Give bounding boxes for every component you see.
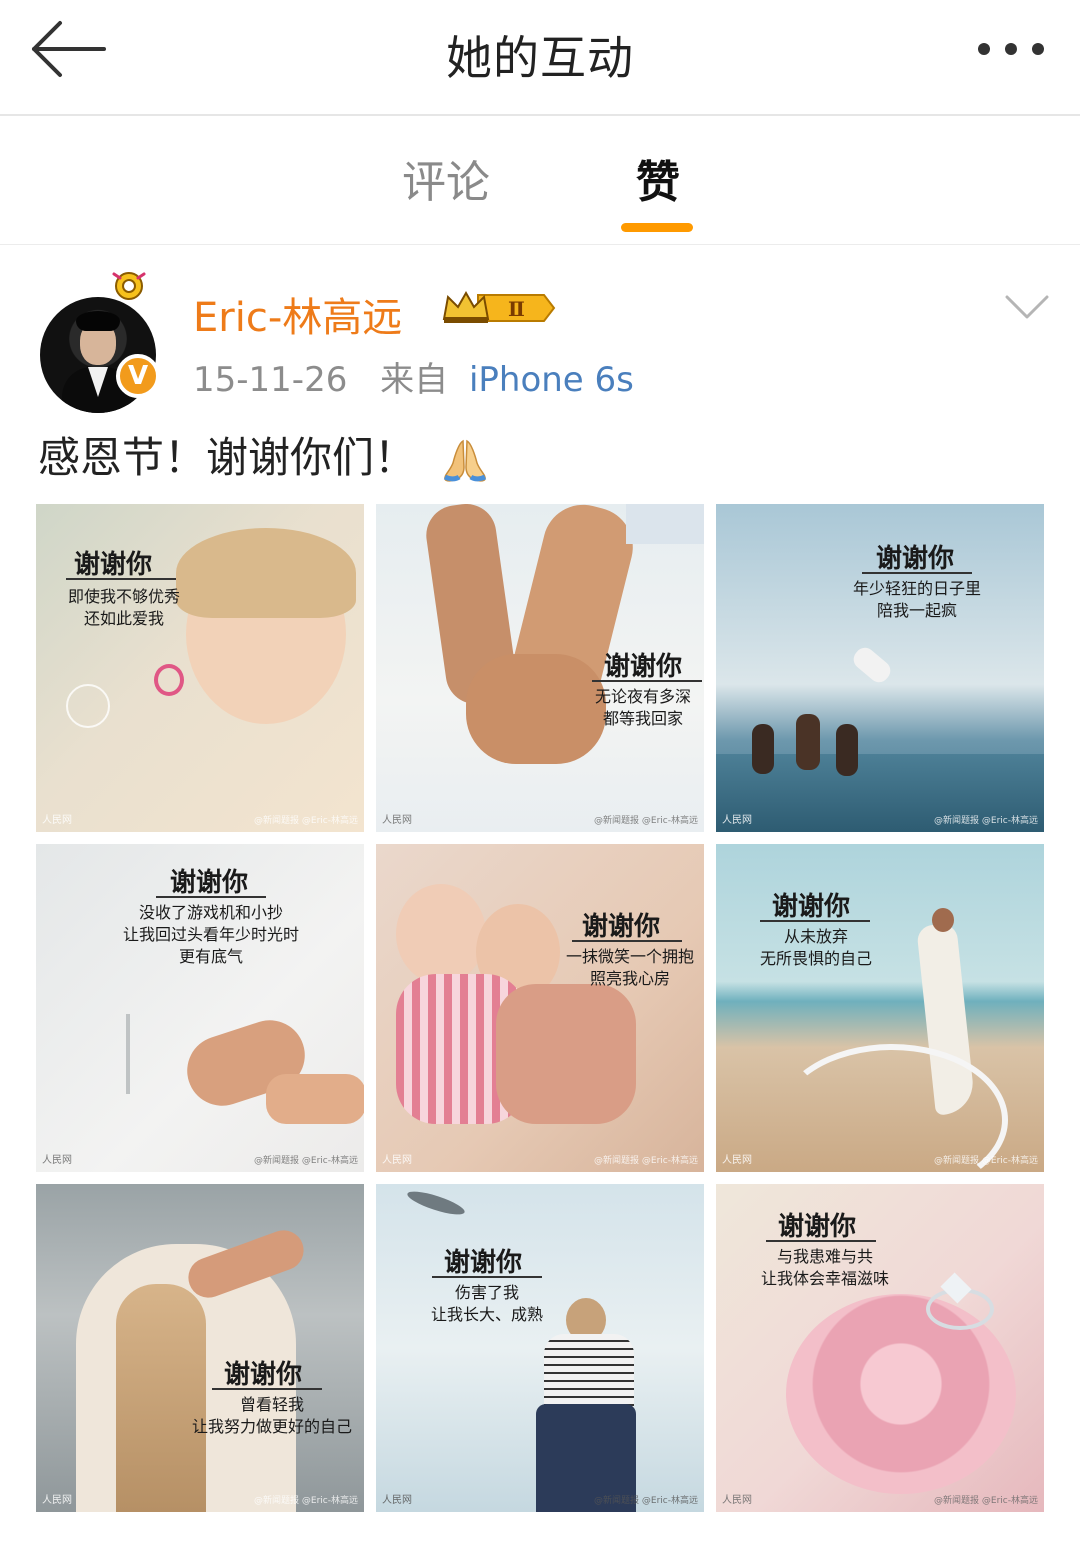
image-tile[interactable]: 谢谢你 没收了游戏机和小抄 让我回过头看年少时光时 更有底气 人民网 @新闻题报… [36,844,364,1172]
image-tile[interactable]: 谢谢你 即使我不够优秀 还如此爱我 人民网 @新闻题报 @Eric-林高远 [36,504,364,832]
image-title: 谢谢你 [772,892,851,922]
svg-text:Ⅱ: Ⅱ [508,297,525,321]
image-title: 谢谢你 [224,1360,303,1390]
image-title: 谢谢你 [778,1212,857,1242]
tab-bar: 评论 赞 [0,116,1080,245]
avatar-pendant-icon [112,272,146,300]
folded-hands-icon [444,439,487,482]
top-bar: 她的互动 [0,0,1080,116]
post-date: 15-11-26 [193,360,348,400]
image-title: 谢谢你 [876,544,955,574]
post-text: 感恩节！谢谢你们！ [38,424,489,485]
image-title: 谢谢你 [582,912,661,942]
image-title: 谢谢你 [604,652,683,682]
image-tile[interactable]: 谢谢你 年少轻狂的日子里 陪我一起疯 人民网 @新闻题报 @Eric-林高远 [716,504,1044,832]
more-options-icon[interactable] [976,26,1046,72]
vip-crown-badge-icon[interactable]: Ⅱ [440,287,556,329]
chevron-down-icon[interactable] [1004,292,1050,322]
verified-v-icon: V [116,354,160,398]
post-meta: 15-11-26 来自 iPhone 6s [193,352,634,401]
image-tile[interactable]: 谢谢你 曾看轻我 让我努力做更好的自己 人民网 @新闻题报 @Eric-林高远 [36,1184,364,1512]
active-tab-indicator [621,223,693,232]
image-tile[interactable]: 谢谢你 伤害了我 让我长大、成熟 人民网 @新闻题报 @Eric-林高远 [376,1184,704,1512]
image-tile[interactable]: 谢谢你 无论夜有多深 都等我回家 人民网 @新闻题报 @Eric-林高远 [376,504,704,832]
image-tile[interactable]: 谢谢你 从未放弃 无所畏惧的自己 人民网 @新闻题报 @Eric-林高远 [716,844,1044,1172]
image-tile[interactable]: 谢谢你 一抹微笑一个拥抱 照亮我心房 人民网 @新闻题报 @Eric-林高远 [376,844,704,1172]
post-device-link[interactable]: iPhone 6s [469,360,634,400]
post-body: 感恩节！谢谢你们！ [38,433,417,482]
image-title: 谢谢你 [74,550,153,580]
page-title: 她的互动 [446,31,634,85]
image-title: 谢谢你 [444,1248,523,1278]
author-name[interactable]: Eric-林高远 [193,285,402,343]
image-title: 谢谢你 [170,868,249,898]
post-source-prefix: 来自 [380,360,449,400]
tab-comments[interactable]: 评论 [402,146,490,210]
tab-likes[interactable]: 赞 [636,146,680,210]
image-tile[interactable]: 谢谢你 与我患难与共 让我体会幸福滋味 人民网 @新闻题报 @Eric-林高远 [716,1184,1044,1512]
